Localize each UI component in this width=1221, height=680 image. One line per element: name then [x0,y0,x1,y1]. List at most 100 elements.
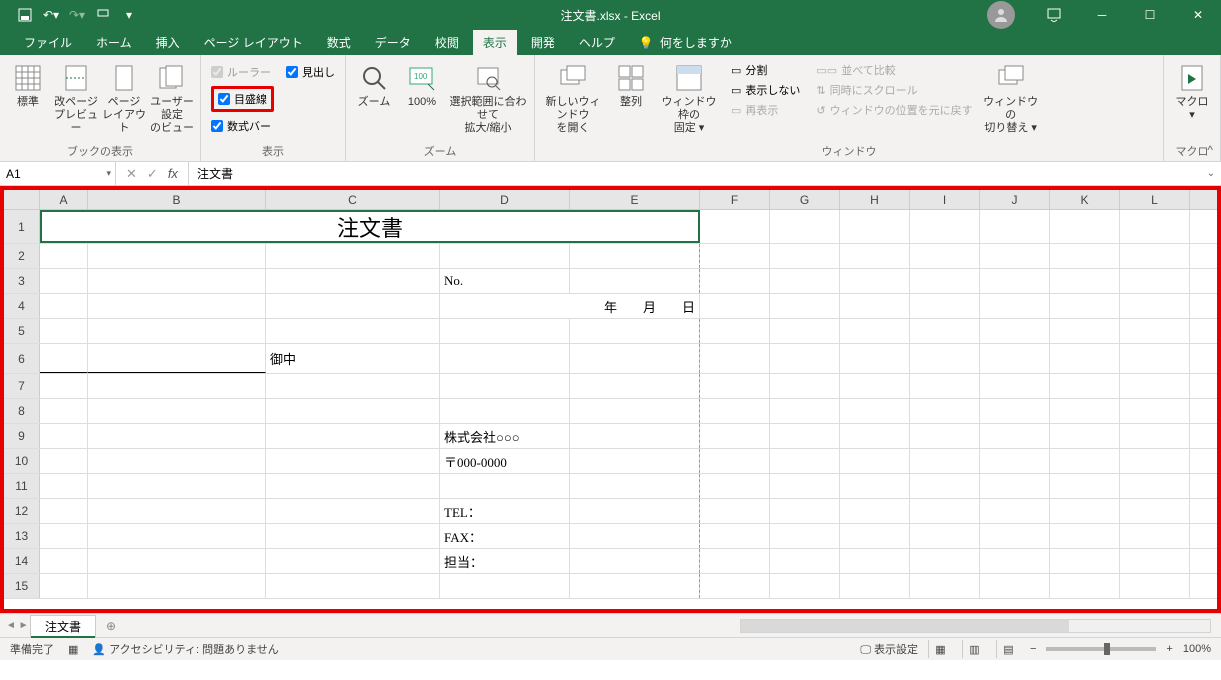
cell[interactable] [770,269,840,293]
column-header[interactable]: H [840,190,910,209]
cell[interactable] [980,319,1050,343]
cell[interactable] [88,244,266,268]
cell[interactable] [570,499,700,523]
cell[interactable] [570,449,700,473]
row-header[interactable]: 11 [4,474,40,498]
cell[interactable] [40,549,88,573]
cell[interactable] [700,399,770,423]
cell[interactable] [700,574,770,598]
cell[interactable]: No. [440,269,570,293]
freeze-panes-button[interactable]: ウィンドウ枠の 固定 ▾ [657,58,721,136]
column-header[interactable]: E [570,190,700,209]
collapse-ribbon-icon[interactable]: ^ [1207,143,1213,157]
display-settings-button[interactable]: 🖵 表示設定 [860,641,918,657]
tab-data[interactable]: データ [365,30,421,55]
cell[interactable] [266,269,440,293]
tab-file[interactable]: ファイル [14,30,82,55]
cell[interactable] [910,574,980,598]
worksheet-grid[interactable]: ABCDEFGHIJKL 1注文書23No.4年 月 日56御中789株式会社○… [4,190,1217,609]
cell[interactable] [40,269,88,293]
cell[interactable] [1050,524,1120,548]
column-header[interactable]: J [980,190,1050,209]
cell[interactable] [40,524,88,548]
cell[interactable] [570,319,700,343]
cell[interactable] [700,244,770,268]
cell[interactable] [980,424,1050,448]
close-button[interactable]: ✕ [1175,0,1221,30]
fx-icon[interactable]: fx [168,166,178,181]
cell[interactable] [840,524,910,548]
cell[interactable] [570,524,700,548]
add-sheet-button[interactable]: ⊕ [106,619,116,633]
tell-me-search[interactable]: 💡 何をしますか [639,34,732,51]
cell[interactable] [980,399,1050,423]
sheet-nav[interactable]: ◄ ► [6,620,29,631]
cell[interactable] [910,399,980,423]
cancel-formula-icon[interactable]: ✕ [126,166,137,182]
page-break-statusbar-icon[interactable]: ▤ [996,640,1020,658]
cell[interactable] [570,374,700,398]
cell[interactable] [700,499,770,523]
cell[interactable] [1050,474,1120,498]
cell[interactable] [440,374,570,398]
cell[interactable] [440,319,570,343]
cell[interactable] [700,474,770,498]
cell[interactable] [266,524,440,548]
cell[interactable] [910,269,980,293]
cell[interactable] [88,549,266,573]
cell[interactable] [1120,424,1190,448]
zoom-in-button[interactable]: + [1166,643,1172,655]
cell[interactable] [88,374,266,398]
arrange-button[interactable]: 整列 [609,58,653,109]
tab-page-layout[interactable]: ページ レイアウト [194,30,313,55]
row-header[interactable]: 12 [4,499,40,523]
cell[interactable] [700,269,770,293]
row-header[interactable]: 4 [4,294,40,318]
column-header[interactable]: L [1120,190,1190,209]
cell[interactable] [770,549,840,573]
cell[interactable] [910,210,980,243]
cell[interactable] [1050,549,1120,573]
macros-button[interactable]: マクロ ▾ [1170,58,1214,122]
cell[interactable]: TEL： [440,499,570,523]
accessibility-status[interactable]: 👤 アクセシビリティ: 問題ありません [92,641,278,657]
cell[interactable] [570,424,700,448]
cell[interactable] [700,449,770,473]
cell[interactable] [1120,399,1190,423]
cell[interactable] [1120,499,1190,523]
cell[interactable] [1120,449,1190,473]
cell[interactable] [88,574,266,598]
cell[interactable] [770,474,840,498]
row-header[interactable]: 7 [4,374,40,398]
row-header[interactable]: 13 [4,524,40,548]
row-header[interactable]: 1 [4,210,40,243]
cell[interactable] [40,499,88,523]
cell[interactable] [980,524,1050,548]
cell[interactable] [840,210,910,243]
cell[interactable] [40,294,88,318]
cell[interactable] [1050,449,1120,473]
cell[interactable] [40,319,88,343]
cell[interactable] [266,399,440,423]
cell[interactable] [980,269,1050,293]
row-header[interactable]: 14 [4,549,40,573]
cell[interactable] [1050,269,1120,293]
cell[interactable] [980,344,1050,373]
cell[interactable] [700,524,770,548]
cell[interactable]: 〒000-0000 [440,449,570,473]
tab-home[interactable]: ホーム [86,30,142,55]
normal-view-button[interactable]: 標準 [6,58,50,109]
cell[interactable] [770,424,840,448]
cell[interactable] [840,344,910,373]
tab-review[interactable]: 校閲 [425,30,469,55]
cell[interactable] [770,499,840,523]
cell-title-merged[interactable]: 注文書 [40,210,700,243]
cell[interactable] [570,269,700,293]
row-header[interactable]: 9 [4,424,40,448]
cell[interactable] [266,424,440,448]
page-layout-statusbar-icon[interactable]: ▥ [962,640,986,658]
cell[interactable] [1050,344,1120,373]
cell[interactable] [1120,524,1190,548]
cell[interactable] [440,344,570,373]
expand-formula-bar-icon[interactable]: ⌄ [1201,162,1221,185]
